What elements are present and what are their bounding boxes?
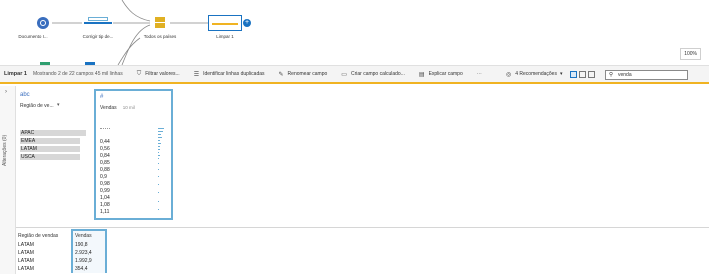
chevron-right-icon[interactable]: ›: [5, 89, 7, 95]
field-name[interactable]: Vendas 10 mil: [100, 105, 135, 111]
value-item[interactable]: 1,04: [100, 195, 110, 201]
clean-step-icon: [212, 23, 238, 25]
table-cell[interactable]: 190,8: [71, 241, 107, 249]
table-cell[interactable]: LATAM: [16, 257, 72, 265]
add-step-button[interactable]: +: [243, 19, 251, 27]
number-type-icon[interactable]: #: [100, 94, 103, 100]
table-row: LATAM 354,4: [16, 265, 107, 273]
flow-node-clean-selected[interactable]: [208, 15, 242, 31]
value-item[interactable]: 0,56: [100, 146, 110, 152]
value-item[interactable]: 0,9: [100, 174, 107, 180]
flow-node-input[interactable]: [37, 17, 49, 29]
rename-icon: ✎: [278, 71, 284, 78]
data-grid: Região de vendas Vendas LATAM 190,8 LATA…: [16, 229, 709, 274]
list-view-icon[interactable]: [579, 70, 586, 78]
plus-icon: +: [244, 19, 250, 26]
column-header-selected[interactable]: Vendas: [71, 229, 107, 241]
explain-field-button[interactable]: ▤ Explicar campo: [419, 71, 463, 78]
create-calculated-field-button[interactable]: ▭ Criar campo calculado...: [341, 71, 405, 78]
view-toggle: [570, 70, 597, 78]
flow-node-union[interactable]: [153, 17, 167, 29]
flow-connections: [40, 0, 208, 65]
value-item[interactable]: 0,84: [100, 153, 110, 159]
button-label: Filtrar valores...: [145, 71, 180, 77]
more-options-button[interactable]: ···: [477, 71, 482, 77]
step-toolbar: Limpar 1 Mostrando 2 de 22 campos 45 mil…: [0, 65, 709, 84]
value-bar[interactable]: EMEA: [20, 138, 80, 144]
value-item[interactable]: 1,08: [100, 202, 110, 208]
flow-canvas[interactable]: + Documento I... Corrigir tip de... Todo…: [0, 0, 709, 65]
button-label: Identificar linhas duplicadas: [203, 71, 265, 77]
lightbulb-icon: ◎: [506, 71, 512, 78]
identify-duplicates-button[interactable]: ☰ Identificar linhas duplicadas: [194, 71, 265, 78]
table-cell[interactable]: 1.992,9: [71, 257, 107, 265]
sort-icon[interactable]: ▾: [57, 102, 60, 108]
table-row: LATAM 1.992,9: [16, 257, 107, 265]
duplicate-rows-icon: ☰: [193, 71, 200, 78]
union-icon: [155, 17, 165, 22]
profile-view-icon[interactable]: [570, 70, 577, 78]
search-value: venda: [618, 72, 632, 78]
histogram-axis: [100, 128, 110, 131]
field-name[interactable]: Região de ve...: [20, 103, 54, 109]
value-item[interactable]: 0,98: [100, 181, 110, 187]
data-table: Região de vendas Vendas LATAM 190,8 LATA…: [16, 229, 107, 273]
changes-panel[interactable]: › Alterações (0): [0, 86, 16, 274]
button-label: Explicar campo: [428, 71, 463, 77]
value-bar[interactable]: LATAM: [20, 146, 80, 152]
calculated-field-icon: ▭: [341, 71, 347, 78]
explain-icon: ▤: [418, 71, 425, 78]
step-title[interactable]: Limpar 1: [4, 71, 27, 77]
flow-node-clean-1[interactable]: [84, 17, 112, 29]
changes-label: Alterações (0): [2, 134, 8, 166]
column-header[interactable]: Região de vendas: [16, 230, 72, 241]
value-item[interactable]: 0,85: [100, 160, 110, 166]
table-cell[interactable]: LATAM: [16, 249, 72, 257]
node-label: Corrigir tip de...: [82, 34, 114, 39]
table-cell[interactable]: LATAM: [16, 265, 72, 273]
string-type-icon[interactable]: abc: [20, 92, 30, 98]
value-bar[interactable]: USCA: [20, 154, 80, 160]
table-cell[interactable]: 354,4: [71, 265, 107, 273]
field-subtitle: 10 mil: [122, 105, 135, 110]
search-icon: ⚲: [609, 72, 614, 78]
zoom-level[interactable]: 100%: [680, 48, 701, 60]
clean-step-icon: [88, 17, 108, 21]
filter-icon: ⛉: [136, 70, 142, 77]
value-item[interactable]: 0,99: [100, 188, 110, 194]
grid-view-icon[interactable]: [588, 70, 595, 78]
step-info: Mostrando 2 de 22 campos 45 mil linhas: [32, 71, 123, 77]
rename-field-button[interactable]: ✎ Renomear campo: [279, 71, 328, 78]
button-label: Renomear campo: [287, 71, 328, 77]
node-label: Documento I...: [18, 34, 48, 39]
table-cell[interactable]: 2.923,4: [71, 249, 107, 257]
chevron-down-icon: ▾: [559, 71, 563, 77]
button-label: Criar campo calculado...: [350, 71, 405, 77]
table-cell[interactable]: LATAM: [16, 241, 72, 249]
recommendations-label: 4 Recomendações: [515, 71, 557, 77]
field-search-input[interactable]: ⚲ venda: [605, 70, 688, 80]
node-label: Limpar 1: [216, 34, 234, 39]
node-label: Todos os países: [143, 34, 177, 39]
value-item[interactable]: 1,11: [100, 209, 109, 215]
value-item[interactable]: 0,88: [100, 167, 110, 173]
profile-card-region[interactable]: abc Região de ve... ▾ APAC EMEA LATAM US…: [16, 89, 92, 220]
recommendations-button[interactable]: ◎ 4 Recomendações ▾: [506, 71, 562, 78]
input-icon: [40, 20, 46, 26]
header-row: Região de vendas Vendas: [16, 229, 107, 241]
value-item[interactable]: 0,44: [100, 139, 110, 145]
table-row: LATAM 190,8: [16, 241, 107, 249]
table-row: LATAM 2.923,4: [16, 249, 107, 257]
value-bar[interactable]: APAC: [20, 130, 86, 136]
profile-card-vendas[interactable]: # Vendas 10 mil 0,44 0,56 0,84 0,85 0,88 …: [94, 89, 173, 220]
profile-pane: abc Região de ve... ▾ APAC EMEA LATAM US…: [16, 86, 709, 228]
filter-values-button[interactable]: ⛉ Filtrar valores...: [137, 71, 180, 78]
